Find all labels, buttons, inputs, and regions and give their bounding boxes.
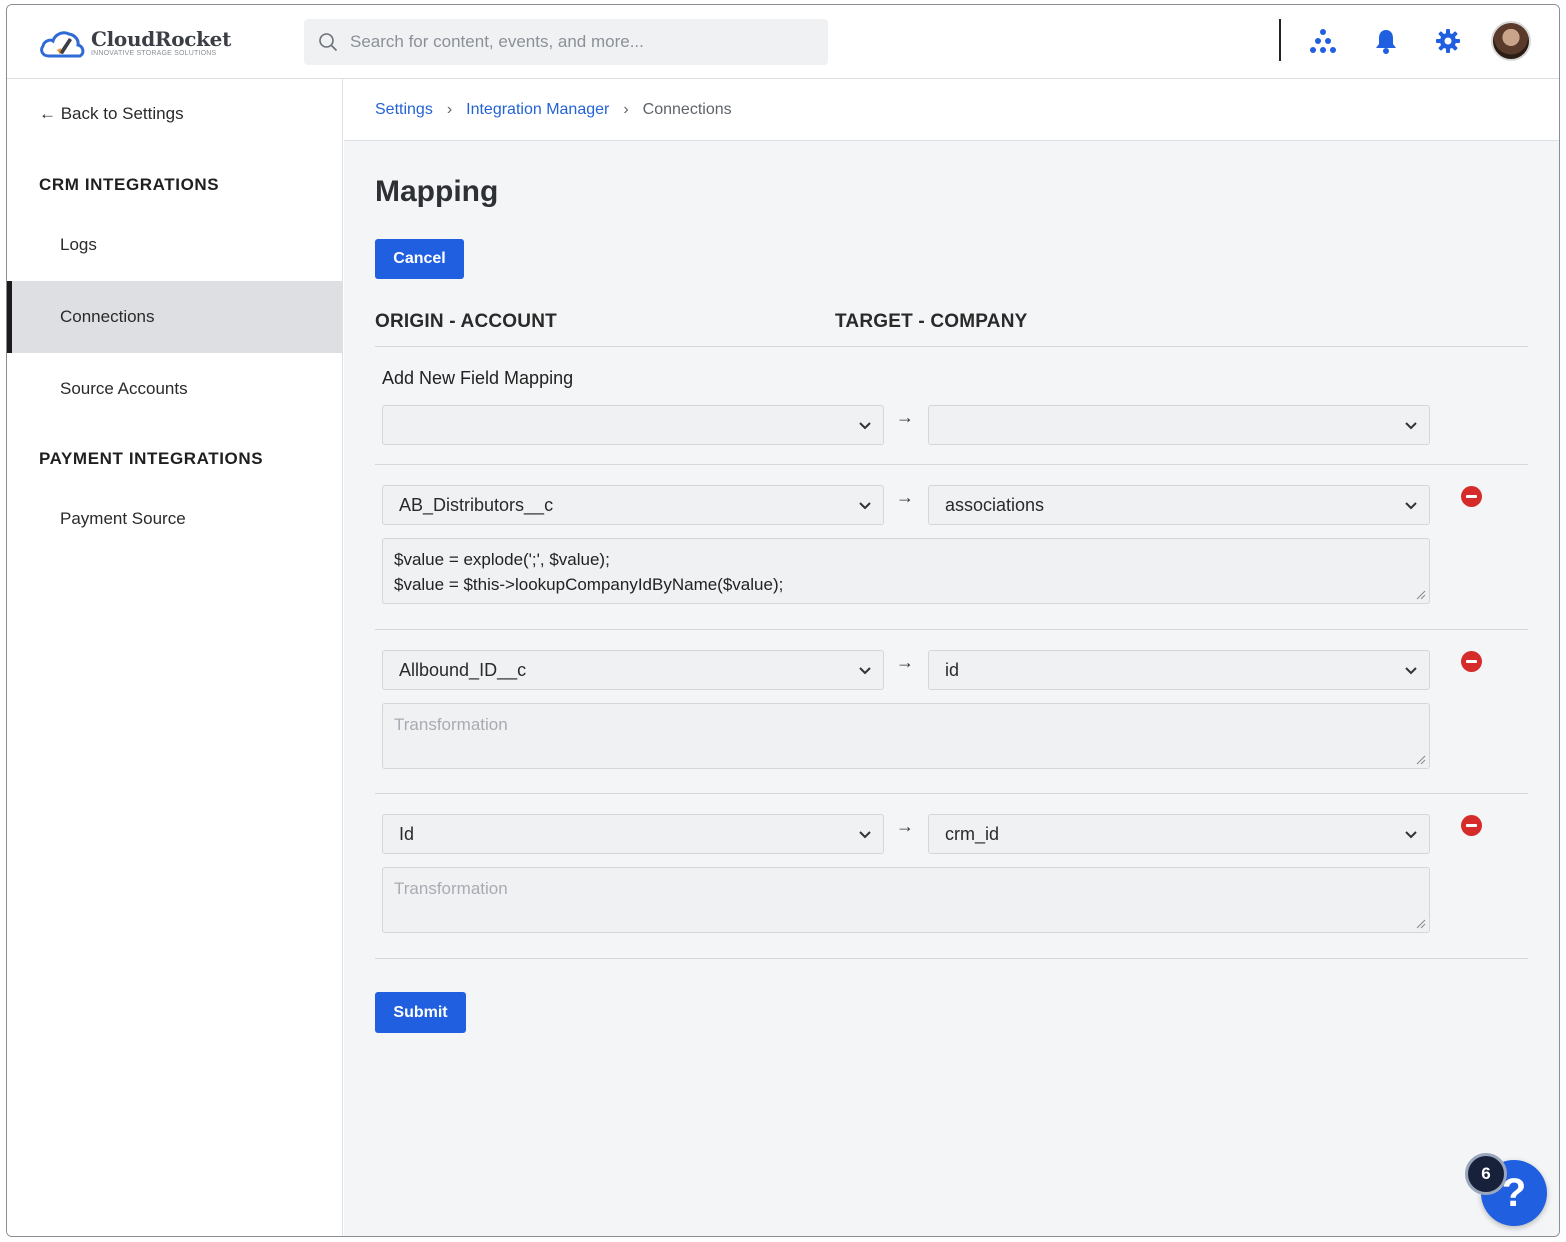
chevron-down-icon (859, 831, 871, 839)
bell-icon[interactable] (1372, 27, 1400, 55)
remove-mapping-icon[interactable] (1461, 651, 1482, 672)
breadcrumb-integration-manager[interactable]: Integration Manager (466, 101, 609, 119)
search-icon (319, 33, 338, 52)
sidebar: ← Back to Settings CRM INTEGRATIONS Logs… (7, 79, 343, 1236)
mapping-arrow: → (896, 816, 914, 836)
main-content: Settings › Integration Manager › Connect… (344, 79, 1559, 1236)
help-badge-count: 6 (1465, 1153, 1507, 1195)
chevron-down-icon (1405, 422, 1417, 430)
transformation-placeholder: Transformation (394, 879, 508, 898)
cloud-rocket-logo-icon (40, 31, 85, 58)
chevron-down-icon (1405, 831, 1417, 839)
search-box[interactable] (304, 19, 828, 65)
page-title: Mapping (375, 175, 499, 208)
mapping-arrow: → (896, 487, 914, 507)
target-field-select[interactable]: crm_id (928, 814, 1430, 854)
divider (375, 629, 1528, 630)
divider (375, 793, 1528, 794)
origin-field-select[interactable]: Id (382, 814, 884, 854)
user-avatar[interactable] (1491, 21, 1531, 61)
chevron-down-icon (1405, 502, 1417, 510)
top-header: CloudRocket INNOVATIVE STORAGE SOLUTIONS (7, 5, 1559, 79)
app-window: CloudRocket INNOVATIVE STORAGE SOLUTIONS (6, 4, 1560, 1237)
sidebar-item-source-accounts[interactable]: Source Accounts (7, 353, 343, 425)
breadcrumb-current: Connections (642, 100, 732, 118)
transformation-textarea[interactable]: Transformation (382, 703, 1430, 769)
org-chart-icon[interactable] (1309, 27, 1337, 55)
sidebar-item-label: Connections (60, 307, 155, 326)
sidebar-heading-crm: CRM INTEGRATIONS (39, 175, 220, 194)
sidebar-item-label: Payment Source (60, 509, 186, 528)
target-column-heading: TARGET - COMPANY (835, 311, 1028, 332)
sidebar-heading-payment: PAYMENT INTEGRATIONS (39, 449, 264, 468)
brand-tagline: INNOVATIVE STORAGE SOLUTIONS (91, 49, 217, 57)
origin-column-heading: ORIGIN - ACCOUNT (375, 311, 557, 332)
resize-grip-icon[interactable] (1416, 590, 1426, 600)
cancel-button[interactable]: Cancel (375, 239, 464, 279)
chevron-down-icon (859, 667, 871, 675)
divider (375, 346, 1528, 347)
transformation-textarea[interactable]: $value = explode(';', $value); $value = … (382, 538, 1430, 604)
origin-field-select[interactable]: Allbound_ID__c (382, 650, 884, 690)
mapping-arrow: → (896, 652, 914, 672)
transformation-textarea[interactable]: Transformation (382, 867, 1430, 933)
target-field-select[interactable]: associations (928, 485, 1430, 525)
resize-grip-icon[interactable] (1416, 755, 1426, 765)
brand-name: CloudRocket (91, 26, 232, 51)
sidebar-item-label: Source Accounts (60, 379, 188, 398)
mapping-arrow: → (896, 407, 914, 427)
sidebar-item-label: Logs (60, 235, 97, 254)
breadcrumb-settings[interactable]: Settings (375, 101, 433, 119)
header-divider (1279, 19, 1281, 61)
transformation-placeholder: Transformation (394, 715, 508, 734)
sidebar-item-connections[interactable]: Connections (7, 281, 343, 353)
brand-logo[interactable]: CloudRocket INNOVATIVE STORAGE SOLUTIONS (39, 23, 231, 63)
chevron-right-icon: › (623, 100, 629, 118)
gear-icon[interactable] (1434, 27, 1462, 55)
back-to-settings-link[interactable]: ← Back to Settings (39, 104, 184, 124)
new-origin-select[interactable] (382, 405, 884, 445)
chevron-down-icon (859, 422, 871, 430)
breadcrumb: Settings › Integration Manager › Connect… (344, 79, 1559, 141)
chevron-down-icon (859, 502, 871, 510)
divider (375, 958, 1528, 959)
search-input[interactable] (350, 32, 810, 52)
remove-mapping-icon[interactable] (1461, 815, 1482, 836)
divider (375, 464, 1528, 465)
target-field-select[interactable]: id (928, 650, 1430, 690)
remove-mapping-icon[interactable] (1461, 486, 1482, 507)
new-target-select[interactable] (928, 405, 1430, 445)
chevron-right-icon: › (446, 100, 453, 118)
chevron-down-icon (1405, 667, 1417, 675)
sidebar-item-logs[interactable]: Logs (7, 209, 343, 281)
submit-button[interactable]: Submit (375, 992, 466, 1033)
origin-field-select[interactable]: AB_Distributors__c (382, 485, 884, 525)
sidebar-item-payment-source[interactable]: Payment Source (7, 483, 343, 555)
add-mapping-label: Add New Field Mapping (382, 368, 574, 388)
resize-grip-icon[interactable] (1416, 919, 1426, 929)
